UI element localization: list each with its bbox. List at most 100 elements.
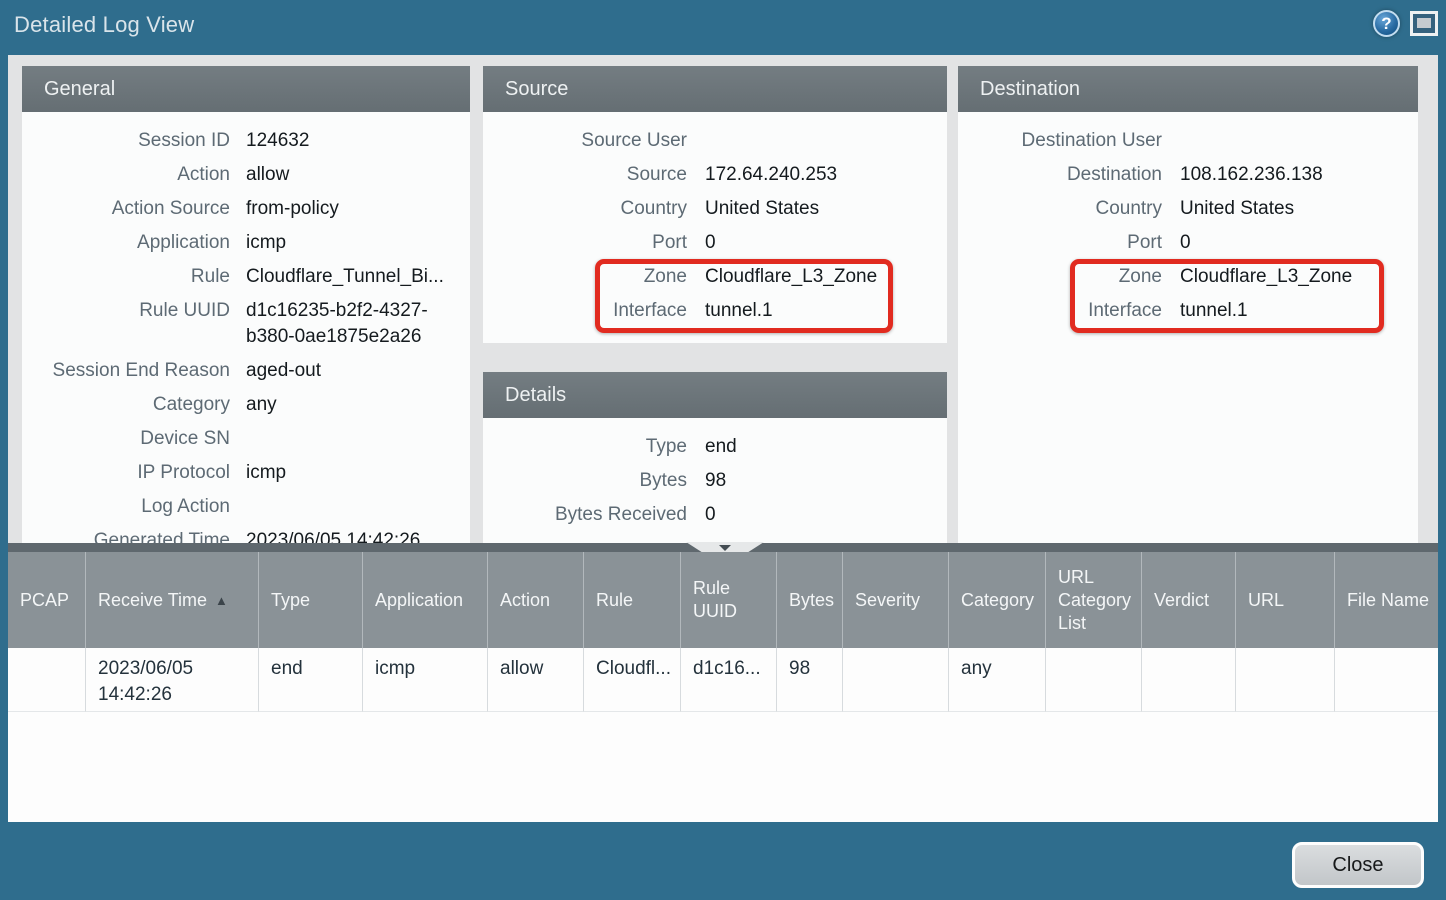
field-row: ZoneCloudflare_L3_Zone	[958, 260, 1418, 294]
field-row: Destination User	[958, 124, 1418, 158]
general-panel-header: General	[22, 66, 470, 112]
field-value: 98	[705, 468, 947, 494]
field-label: Interface	[958, 298, 1162, 324]
field-value: 108.162.236.138	[1180, 162, 1418, 188]
column-header-verdict[interactable]: Verdict	[1141, 552, 1235, 648]
column-header-rule-uuid[interactable]: Rule UUID	[680, 552, 776, 648]
field-value: tunnel.1	[1180, 298, 1418, 324]
window-restore-icon[interactable]	[1410, 11, 1438, 36]
field-value: aged-out	[246, 358, 470, 384]
field-value: allow	[246, 162, 470, 188]
close-button[interactable]: Close	[1292, 842, 1424, 888]
cell-severity	[842, 648, 948, 712]
source-panel-body: Source User Source 172.64.240.253 Country…	[483, 112, 947, 328]
field-row: Rule UUIDd1c16235-b2f2-4327-b380-0ae1875…	[22, 294, 470, 354]
column-header-label: Type	[271, 589, 310, 612]
field-label: Source	[483, 162, 687, 188]
general-panel-body: Session ID124632 Actionallow Action Sour…	[22, 112, 470, 543]
source-panel: Source Source User Source 172.64.240.253 …	[483, 66, 947, 343]
column-header-pcap[interactable]: PCAP	[8, 552, 85, 648]
field-label: Action	[22, 162, 230, 188]
column-header-application[interactable]: Application	[362, 552, 487, 648]
field-row: Typeend	[483, 430, 947, 464]
field-row: Port0	[958, 226, 1418, 260]
field-value: Cloudflare_L3_Zone	[705, 264, 947, 290]
source-panel-header: Source	[483, 66, 947, 112]
field-value: 124632	[246, 128, 470, 154]
field-label: Device SN	[22, 426, 230, 452]
sort-ascending-icon: ▲	[215, 589, 228, 612]
field-label: Port	[958, 230, 1162, 256]
field-row: Device SN	[22, 422, 470, 456]
field-row: RuleCloudflare_Tunnel_Bi...	[22, 260, 470, 294]
field-value: Cloudflare_L3_Zone	[1180, 264, 1418, 290]
field-label: Type	[483, 434, 687, 460]
field-label: Destination	[958, 162, 1162, 188]
field-value: United States	[1180, 196, 1418, 222]
field-label: Bytes	[483, 468, 687, 494]
column-header-url[interactable]: URL	[1235, 552, 1334, 648]
field-row: CountryUnited States	[958, 192, 1418, 226]
column-header-label: Rule UUID	[693, 577, 768, 623]
dialog-title: Detailed Log View	[14, 12, 194, 38]
field-value: 172.64.240.253	[705, 162, 947, 188]
field-row: Action Sourcefrom-policy	[22, 192, 470, 226]
field-row: Log Action	[22, 490, 470, 524]
field-value: end	[705, 434, 947, 460]
column-header-label: Receive Time	[98, 589, 207, 612]
general-panel: General Session ID124632 Actionallow Act…	[22, 66, 470, 543]
column-header-label: File Name	[1347, 589, 1429, 612]
help-icon[interactable]: ?	[1373, 10, 1400, 37]
field-value	[1180, 128, 1418, 154]
field-row: Session End Reasonaged-out	[22, 354, 470, 388]
field-label: Bytes Received	[483, 502, 687, 528]
column-header-action[interactable]: Action	[487, 552, 583, 648]
cell-application: icmp	[362, 648, 487, 712]
column-header-label: Severity	[855, 589, 920, 612]
window-restore-icon-inner	[1417, 18, 1431, 28]
column-header-severity[interactable]: Severity	[842, 552, 948, 648]
field-value: United States	[705, 196, 947, 222]
column-header-bytes[interactable]: Bytes	[776, 552, 842, 648]
field-row: Action allow	[22, 158, 470, 192]
cell-pcap	[8, 648, 85, 712]
cell-url-category-list	[1045, 648, 1141, 712]
field-value	[246, 426, 470, 452]
cell-file-name	[1334, 648, 1438, 712]
column-header-label: PCAP	[20, 589, 69, 612]
field-row: Destination 108.162.236.138	[958, 158, 1418, 192]
cell-verdict	[1141, 648, 1235, 712]
column-header-receive-time[interactable]: Receive Time ▲	[85, 552, 258, 648]
column-header-category[interactable]: Category	[948, 552, 1045, 648]
field-value: tunnel.1	[705, 298, 947, 324]
field-value: d1c16235-b2f2-4327-b380-0ae1875e2a26	[246, 298, 470, 350]
field-label: Source User	[483, 128, 687, 154]
field-row: ZoneCloudflare_L3_Zone	[483, 260, 947, 294]
log-table-row[interactable]: 2023/06/05 14:42:26 end icmp allow Cloud…	[8, 648, 1438, 712]
chevron-down-icon	[719, 545, 731, 551]
field-row: Bytes Received0	[483, 498, 947, 532]
cell-category: any	[948, 648, 1045, 712]
field-value: 2023/06/05 14:42:26	[246, 528, 470, 543]
cell-receive-time: 2023/06/05 14:42:26	[85, 648, 258, 712]
column-header-file-name[interactable]: File Name	[1334, 552, 1438, 648]
field-label: Application	[22, 230, 230, 256]
field-label: Country	[483, 196, 687, 222]
column-header-url-category-list[interactable]: URL Category List	[1045, 552, 1141, 648]
field-value	[246, 494, 470, 520]
details-panel-body: Typeend Bytes 98 Bytes Received0	[483, 418, 947, 532]
column-header-label: Rule	[596, 589, 633, 612]
field-value: icmp	[246, 230, 470, 256]
column-header-label: Category	[961, 589, 1034, 612]
column-header-label: Verdict	[1154, 589, 1209, 612]
destination-panel-header: Destination	[958, 66, 1418, 112]
cell-url	[1235, 648, 1334, 712]
cell-type: end	[258, 648, 362, 712]
details-panel: Details Typeend Bytes98 Bytes Received0	[483, 372, 947, 543]
column-header-label: URL Category List	[1058, 566, 1133, 635]
column-header-rule[interactable]: Rule	[583, 552, 680, 648]
field-row: Source User	[483, 124, 947, 158]
column-header-type[interactable]: Type	[258, 552, 362, 648]
cell-rule: Cloudfl...	[583, 648, 680, 712]
column-header-label: Action	[500, 589, 550, 612]
